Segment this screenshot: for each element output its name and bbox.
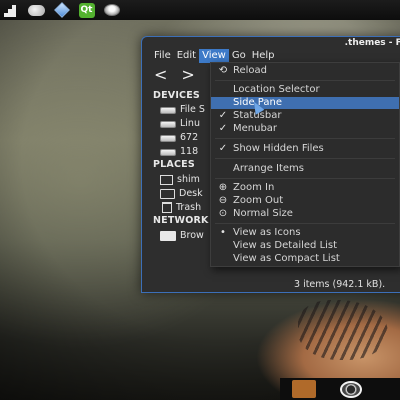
sidebar-item-browse-network[interactable]: Brow (160, 230, 204, 241)
zoom-normal-icon: ⊙ (218, 208, 228, 219)
cloud-icon[interactable] (27, 2, 46, 18)
qt-icon[interactable]: Qt (77, 2, 96, 18)
menu-item-normal-size[interactable]: ⊙ Normal Size (211, 208, 399, 220)
check-icon: ✓ (218, 123, 228, 134)
menubar: File Edit View Go Help (142, 49, 400, 63)
devices-header: DEVICES (153, 90, 200, 101)
drive-icon (160, 149, 176, 156)
drive-icon (160, 107, 176, 114)
cube-icon[interactable] (52, 2, 71, 18)
zoom-in-icon: ⊕ (218, 182, 228, 193)
places-header: PLACES (153, 159, 195, 170)
sidebar-item-home[interactable]: shim (160, 174, 200, 185)
menu-separator (215, 80, 395, 81)
menu-item-zoom-out[interactable]: ⊖ Zoom Out (211, 195, 399, 207)
menu-help[interactable]: Help (249, 49, 278, 63)
menu-go[interactable]: Go (229, 49, 249, 63)
home-icon (160, 174, 173, 185)
radio-selected-icon: • (220, 227, 226, 238)
sidebar-item-device[interactable]: 672 (160, 132, 198, 143)
sidebar-item-device[interactable]: Linu (160, 118, 200, 129)
menu-item-arrange-items[interactable]: Arrange Items (211, 163, 399, 175)
network-header: NETWORK (153, 215, 209, 226)
chrome-icon[interactable] (340, 381, 362, 398)
menu-item-view-as-detailed-list[interactable]: View as Detailed List (211, 240, 399, 252)
sidebar-item-trash[interactable]: Trash (160, 202, 201, 213)
menu-separator (215, 223, 395, 224)
menu-item-location-selector[interactable]: Location Selector (211, 84, 399, 96)
zoom-out-icon: ⊖ (218, 195, 228, 206)
stairs-icon[interactable] (2, 2, 21, 18)
menu-item-menubar[interactable]: ✓ Menubar (211, 123, 399, 135)
network-folder-icon (160, 230, 176, 241)
menu-item-statusbar[interactable]: ✓ Statusbar (211, 110, 399, 122)
back-arrow-icon[interactable]: < (154, 67, 167, 83)
disc-icon[interactable] (102, 2, 121, 18)
menu-item-view-as-compact-list[interactable]: View as Compact List (211, 253, 399, 265)
menu-separator (215, 178, 395, 179)
check-icon: ✓ (218, 143, 228, 154)
menu-item-view-as-icons[interactable]: • View as Icons (211, 227, 399, 239)
top-taskbar: Qt (0, 0, 400, 20)
trash-icon (162, 202, 172, 213)
menu-item-side-pane[interactable]: Side Pane (211, 97, 399, 109)
menu-item-reload[interactable]: ⟲ Reload (211, 65, 399, 77)
dock-app-icon[interactable] (292, 380, 316, 398)
menu-separator (215, 138, 395, 139)
menu-file[interactable]: File (151, 49, 174, 63)
sidebar-item-device[interactable]: 118 (160, 146, 198, 157)
view-menu-dropdown: ⟲ Reload Location Selector Side Pane ✓ S… (210, 62, 400, 267)
forward-arrow-icon[interactable]: > (181, 67, 194, 83)
status-bar-text: 3 items (942.1 kB). (294, 279, 386, 290)
sidebar-item-desktop[interactable]: Desk (160, 188, 203, 199)
menu-item-zoom-in[interactable]: ⊕ Zoom In (211, 182, 399, 194)
reload-icon: ⟲ (218, 65, 228, 76)
drive-icon (160, 121, 176, 128)
drive-icon (160, 135, 176, 142)
menu-item-show-hidden-files[interactable]: ✓ Show Hidden Files (211, 143, 399, 155)
desktop-icon (160, 188, 175, 199)
check-icon: ✓ (218, 110, 228, 121)
sidebar-item-device[interactable]: File S (160, 104, 205, 115)
menu-view[interactable]: View (199, 49, 229, 63)
places-sidebar: DEVICES File S Linu 672 118 PLACES shim … (142, 87, 212, 287)
menu-separator (215, 158, 395, 159)
window-title: .themes - Fil (344, 38, 400, 48)
menu-edit[interactable]: Edit (174, 49, 199, 63)
